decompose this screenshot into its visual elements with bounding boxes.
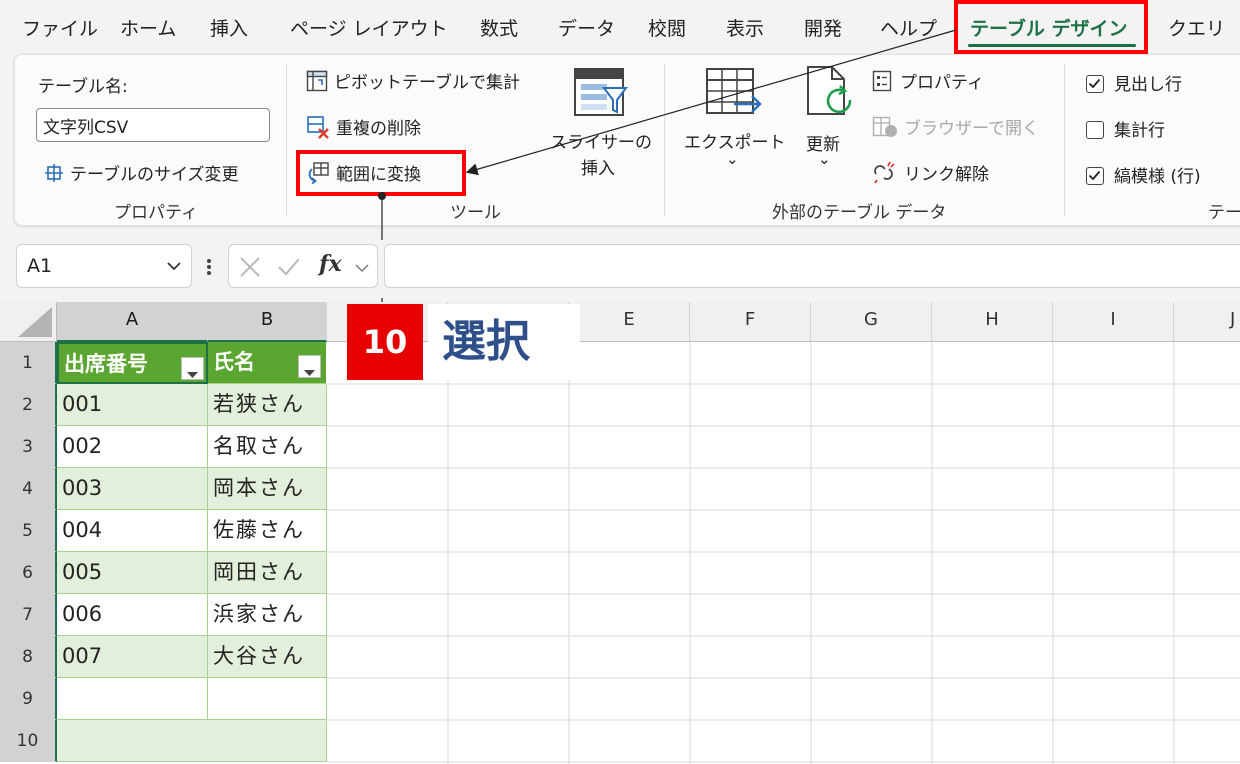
table-cell[interactable] <box>208 678 327 720</box>
table-cell[interactable]: 001 <box>57 384 208 426</box>
table-cell[interactable] <box>57 678 208 720</box>
table-cell[interactable]: 007 <box>57 636 208 678</box>
step-number-badge: 10 <box>347 304 423 380</box>
filter-dropdown-button[interactable] <box>298 355 321 378</box>
worksheet-grid: A B C D E F G H I J 1 2 3 4 5 6 7 8 9 10… <box>0 302 1240 764</box>
cancel-icon[interactable] <box>239 257 261 277</box>
table-cell[interactable]: 岡田さん <box>208 552 327 594</box>
table-cell[interactable]: 若狭さん <box>208 384 327 426</box>
table-cell[interactable]: 佐藤さん <box>208 510 327 552</box>
vertical-ellipsis-icon[interactable] <box>204 256 214 278</box>
table-cell[interactable]: 006 <box>57 594 208 636</box>
table-header-cell[interactable]: 出席番号 <box>57 342 208 384</box>
table-cell[interactable]: 004 <box>57 510 208 552</box>
enter-icon[interactable] <box>277 257 301 277</box>
chevron-down-icon <box>167 262 181 271</box>
table-cell[interactable] <box>57 720 208 762</box>
filter-dropdown-button[interactable] <box>181 357 204 380</box>
table-cell[interactable]: 浜家さん <box>208 594 327 636</box>
name-box-value: A1 <box>27 255 53 277</box>
table-cell[interactable]: 002 <box>57 426 208 468</box>
table-cell[interactable]: 003 <box>57 468 208 510</box>
filter-arrow-icon <box>187 372 198 378</box>
table-header-label: 氏名 <box>213 350 255 374</box>
chevron-down-icon[interactable] <box>355 263 369 273</box>
table-cell[interactable] <box>208 720 327 762</box>
name-box[interactable]: A1 <box>16 244 192 288</box>
formula-input[interactable] <box>384 244 1240 288</box>
table-header-cell[interactable]: 氏名 <box>208 342 327 384</box>
filter-arrow-icon <box>304 370 315 376</box>
table-header-label: 出席番号 <box>64 352 148 376</box>
table-cell[interactable]: 005 <box>57 552 208 594</box>
insert-function-icon[interactable]: fx <box>319 251 342 277</box>
table-cell[interactable]: 大谷さん <box>208 636 327 678</box>
formula-controls: fx <box>228 244 378 288</box>
table-cell[interactable]: 名取さん <box>208 426 327 468</box>
table-cell[interactable]: 岡本さん <box>208 468 327 510</box>
step-instruction-label: 選択 <box>428 304 580 380</box>
